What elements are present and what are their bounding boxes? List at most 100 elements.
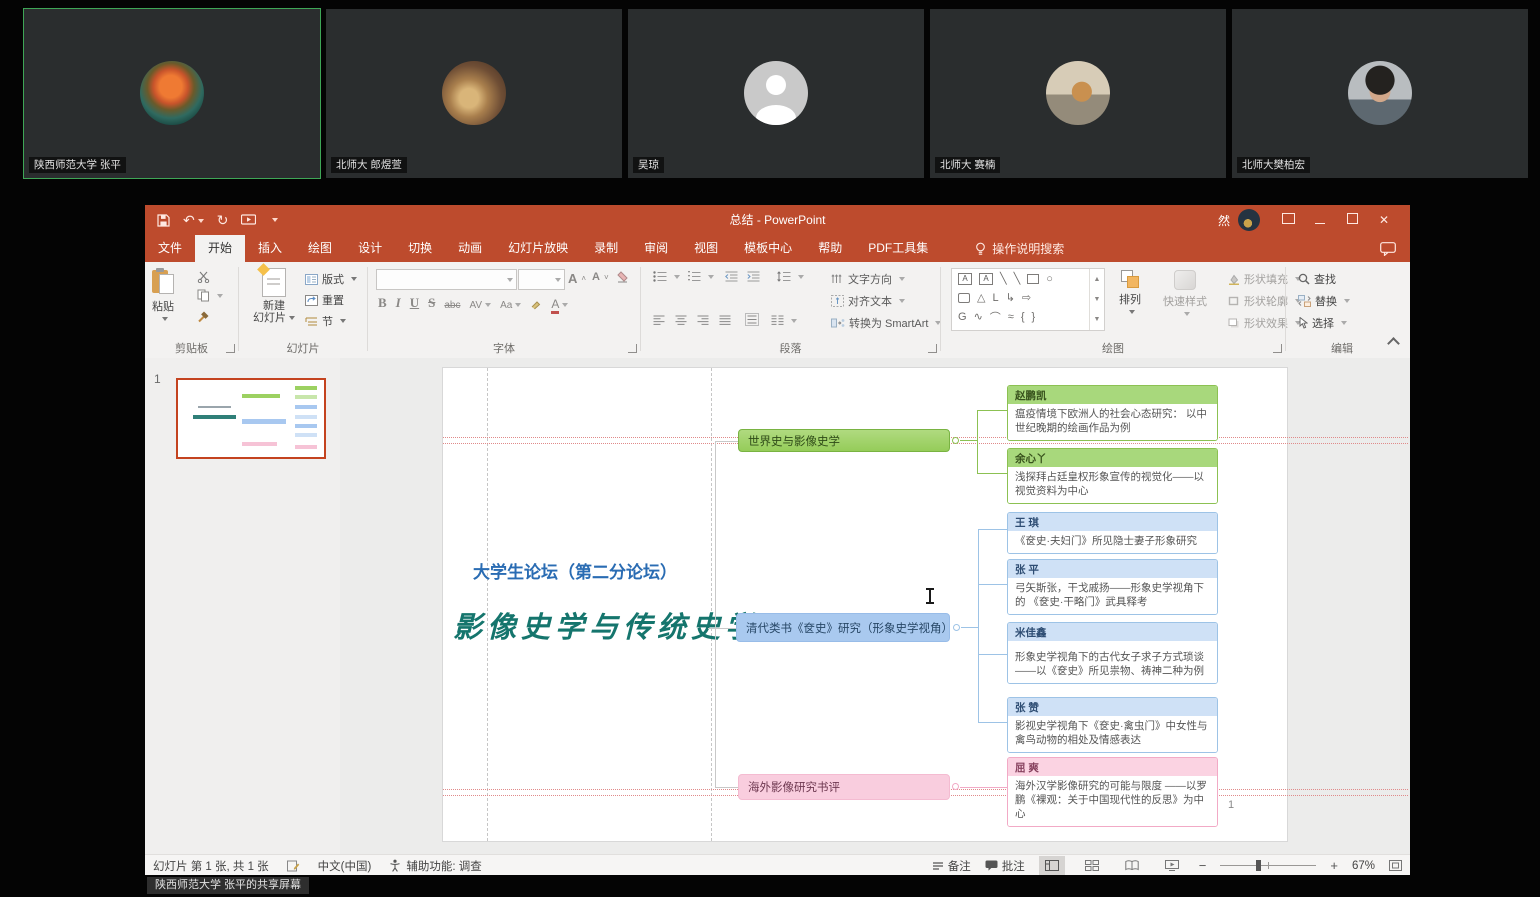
- language-status[interactable]: 中文(中国): [318, 858, 372, 874]
- italic-button[interactable]: I: [396, 295, 401, 311]
- numbering-icon[interactable]: [687, 271, 714, 282]
- elbow-arrow-icon[interactable]: ↳: [1006, 291, 1015, 304]
- participant-tile-zhangping[interactable]: 陕西师范大学 张平: [24, 9, 320, 178]
- justify-icon[interactable]: [719, 315, 731, 326]
- branch-collapse-handle[interactable]: [952, 437, 959, 444]
- drawing-dialog-launcher[interactable]: [1273, 344, 1282, 353]
- slide-canvas[interactable]: 大学生论坛（第二分论坛） 影像史学与传统史学 世界史与影像史学 赵鹏凯 瘟疫情境…: [340, 358, 1410, 854]
- select-button[interactable]: 选择: [1298, 315, 1347, 331]
- oval-shape-icon[interactable]: ○: [1046, 273, 1053, 285]
- participant-tile-fanbohong[interactable]: 北师大樊柏宏: [1232, 9, 1528, 178]
- slide-sorter-view-button[interactable]: [1079, 856, 1105, 875]
- topic-card[interactable]: 张 平 弓矢斯张，干戈戚扬——形象史学视角下的 《奁史·干略门》武具释考: [1007, 559, 1218, 615]
- brace-right-icon[interactable]: }: [1032, 311, 1036, 323]
- participant-tile-langyuxuan[interactable]: 北师大 郎煜萱: [326, 9, 622, 178]
- branch-collapse-handle[interactable]: [953, 624, 960, 631]
- branch-overseas-review[interactable]: 海外影像研究书评: [738, 774, 950, 800]
- new-slide-button[interactable]: 新建 幻灯片: [253, 268, 295, 324]
- triangle-shape-icon[interactable]: △: [977, 291, 985, 304]
- arc-shape-icon[interactable]: ⌒: [990, 309, 1001, 325]
- tab-draw[interactable]: 绘图: [295, 235, 345, 262]
- spell-check-icon[interactable]: [287, 860, 300, 872]
- forum-title[interactable]: 大学生论坛（第二分论坛）: [473, 558, 677, 583]
- shrink-font-icon[interactable]: A˅: [592, 271, 609, 283]
- zoom-out-button[interactable]: −: [1199, 858, 1207, 873]
- zoom-level[interactable]: 67%: [1352, 860, 1375, 872]
- tab-transitions[interactable]: 切换: [395, 235, 445, 262]
- close-button[interactable]: ✕: [1368, 213, 1400, 227]
- find-button[interactable]: 查找: [1298, 271, 1336, 287]
- comments-toggle[interactable]: 批注: [985, 858, 1025, 874]
- slideshow-view-button[interactable]: [1159, 856, 1185, 875]
- paste-button[interactable]: 粘贴: [152, 268, 174, 321]
- tab-pdf-tools[interactable]: PDF工具集: [855, 235, 941, 262]
- topic-card[interactable]: 屈 爽 海外汉学影像研究的可能与限度 ——以罗鹏《裸观：关于中国现代性的反思》为…: [1007, 757, 1218, 827]
- normal-view-button[interactable]: [1039, 856, 1065, 875]
- scribble-shape-icon[interactable]: ∿: [974, 310, 983, 323]
- shapes-gallery-scroll[interactable]: ▲▼▼: [1089, 269, 1104, 330]
- subscript-button[interactable]: abc: [444, 300, 460, 311]
- replace-button[interactable]: 替换: [1298, 293, 1350, 309]
- bullets-icon[interactable]: [653, 271, 680, 282]
- quick-styles-button[interactable]: 快速样式: [1163, 270, 1207, 316]
- participant-tile-sainan[interactable]: 北师大 赛楠: [930, 9, 1226, 178]
- tab-slideshow[interactable]: 幻灯片放映: [495, 235, 581, 262]
- highlight-pen-icon[interactable]: [530, 299, 542, 311]
- rectangle-shape-icon[interactable]: [1027, 274, 1039, 284]
- arrow-shape-icon[interactable]: ╲: [1014, 272, 1021, 285]
- notes-toggle[interactable]: 备注: [932, 858, 971, 874]
- shapes-gallery[interactable]: AA╲╲○ △L↳⇨ G∿⌒≈{} ▲▼▼: [951, 268, 1105, 331]
- curve-shape-icon[interactable]: ≈: [1008, 311, 1014, 323]
- font-color-button[interactable]: A: [551, 297, 568, 311]
- participant-tile-wuqiong[interactable]: 吴琼: [628, 9, 924, 178]
- align-center-icon[interactable]: [675, 315, 687, 326]
- copy-icon[interactable]: [197, 289, 223, 302]
- topic-card[interactable]: 王 琪 《奁史·夫妇门》所见隐士妻子形象研究: [1007, 512, 1218, 554]
- font-dialog-launcher[interactable]: [628, 344, 637, 353]
- reading-view-button[interactable]: [1119, 856, 1145, 875]
- topic-card[interactable]: 余心丫 浅探拜占廷皇权形象宣传的视觉化——以视觉资料为中心: [1007, 448, 1218, 504]
- character-spacing-button[interactable]: AV: [469, 300, 491, 311]
- cut-icon[interactable]: [197, 271, 210, 283]
- text-direction-button[interactable]: 文字方向: [831, 271, 905, 287]
- change-case-button[interactable]: Aa: [500, 300, 521, 311]
- tab-insert[interactable]: 插入: [245, 235, 295, 262]
- start-slideshow-icon[interactable]: [241, 214, 256, 226]
- line-shape-icon[interactable]: ╲: [1000, 272, 1007, 285]
- block-arrow-icon[interactable]: ⇨: [1022, 291, 1031, 304]
- freeform-shape-icon[interactable]: G: [958, 311, 967, 323]
- redo-icon[interactable]: ↻: [217, 213, 229, 227]
- slide-thumbnail[interactable]: [176, 378, 326, 459]
- section-button[interactable]: 节: [305, 313, 346, 329]
- columns-icon[interactable]: [771, 315, 797, 326]
- underline-button[interactable]: U: [410, 295, 419, 311]
- collapse-ribbon-icon[interactable]: [1389, 339, 1398, 348]
- grow-font-icon[interactable]: A˄: [568, 271, 586, 286]
- tab-help[interactable]: 帮助: [805, 235, 855, 262]
- align-left-icon[interactable]: [653, 315, 665, 326]
- account-avatar[interactable]: [1238, 209, 1260, 231]
- branch-world-history[interactable]: 世界史与影像史学: [738, 429, 950, 452]
- align-text-button[interactable]: 对齐文本: [831, 293, 905, 309]
- accessibility-status[interactable]: 辅助功能: 调查: [389, 858, 481, 874]
- clear-format-icon[interactable]: [616, 271, 629, 283]
- decrease-indent-icon[interactable]: [725, 271, 738, 282]
- align-right-icon[interactable]: [697, 315, 709, 326]
- undo-icon[interactable]: ↶: [183, 213, 204, 227]
- tab-record[interactable]: 录制: [581, 235, 631, 262]
- reset-button[interactable]: 重置: [305, 292, 344, 308]
- tab-review[interactable]: 审阅: [631, 235, 681, 262]
- zoom-in-button[interactable]: +: [1330, 858, 1338, 873]
- tab-view[interactable]: 视图: [681, 235, 731, 262]
- zoom-slider[interactable]: [1220, 865, 1316, 866]
- tab-file[interactable]: 文件: [145, 235, 195, 262]
- branch-lianshi-research[interactable]: 清代类书《奁史》研究（形象史学视角）: [736, 613, 950, 642]
- tab-design[interactable]: 设计: [345, 235, 395, 262]
- textbox-icon[interactable]: A: [958, 273, 972, 285]
- ribbon-display-options-icon[interactable]: [1272, 213, 1304, 227]
- line-spacing-icon[interactable]: [777, 271, 804, 282]
- topic-card[interactable]: 米佳鑫 形象史学视角下的古代女子求子方式琐谈——以《奁史》所见祟物、祷神二种为例: [1007, 622, 1218, 684]
- account-name[interactable]: 然: [1218, 212, 1230, 229]
- feedback-icon[interactable]: [1380, 235, 1396, 262]
- fit-slide-button[interactable]: [1389, 860, 1402, 871]
